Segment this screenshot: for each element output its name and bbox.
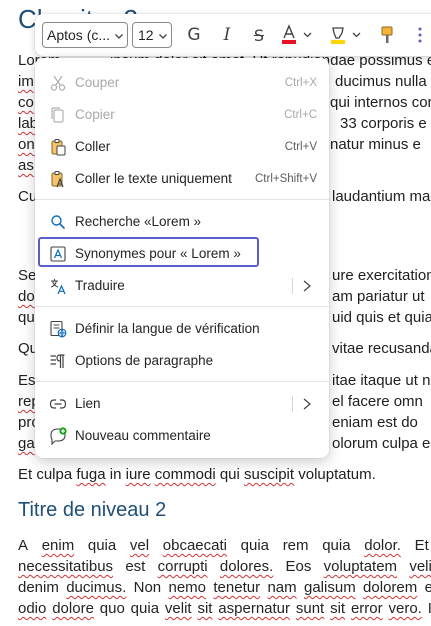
search-icon [51, 215, 66, 230]
doc-fragment: 33 corporis e [340, 115, 427, 132]
strikethrough-icon: S [253, 25, 265, 45]
menu-item-label: Synonymes pour « Lorem » [75, 246, 241, 261]
font-name-select[interactable]: Aptos (c... [42, 22, 128, 48]
doc-fragment: eniam est do [332, 414, 418, 431]
menu-item-paste-text-only[interactable]: Coller le texte uniquement Ctrl+Shift+V [35, 163, 329, 195]
format-painter-button[interactable] [375, 23, 399, 47]
font-size-select[interactable]: 12 [132, 22, 172, 48]
doc-fragment: im [18, 73, 34, 90]
paste-text-icon [51, 171, 64, 188]
font-size-value: 12 [138, 27, 154, 43]
doc-fragment: Es [18, 372, 36, 389]
paste-icon [51, 139, 66, 156]
more-options-button[interactable] [413, 23, 427, 47]
doc-fragment: vitae recusanda [332, 340, 431, 357]
font-color-icon [282, 24, 312, 44]
menu-item-synonyms[interactable]: Synonymes pour « Lorem » [35, 237, 329, 270]
doc-fragment: olorum culpa ea [332, 435, 431, 452]
menu-item-label: Définir la langue de vérification [75, 321, 260, 336]
menu-item-shortcut: Ctrl+C [284, 109, 317, 121]
menu-item-copy[interactable]: Copier Ctrl+C [35, 99, 329, 131]
chevron-down-icon [159, 34, 167, 39]
paragraph-icon [50, 354, 65, 368]
menu-item-label: Copier [75, 107, 115, 122]
heading-level-2: Titre de niveau 2 [18, 499, 167, 521]
doc-paragraph-line: Aenim quia vel obcaecati quia rem quia dolor. Et… [18, 537, 429, 554]
doc-fragment: Se [18, 267, 37, 284]
doc-fragment: ga [18, 435, 35, 452]
font-color-button[interactable] [280, 23, 316, 47]
chevron-right-icon [303, 280, 311, 292]
bold-icon: G [187, 25, 201, 45]
highlighter-icon [331, 27, 361, 44]
menu-item-shortcut: Ctrl+X [284, 77, 317, 89]
menu-item-cut[interactable]: Couper Ctrl+X [35, 67, 329, 99]
translate-icon [50, 279, 66, 295]
italic-icon: I [223, 25, 231, 45]
font-name-value: Aptos (c... [47, 27, 111, 43]
menu-item-paragraph-options[interactable]: Options de paragraphe [35, 345, 329, 377]
chevron-down-icon [115, 34, 123, 39]
menu-item-label: Couper [75, 75, 120, 90]
copy-icon [51, 107, 64, 123]
scissors-icon [50, 75, 66, 91]
menu-item-shortcut: Ctrl+Shift+V [255, 173, 317, 185]
highlight-color-button[interactable] [329, 23, 365, 47]
menu-item-paste[interactable]: Coller Ctrl+V [35, 131, 329, 163]
doc-fragment: on [18, 136, 35, 153]
menu-item-link[interactable]: Lien [35, 388, 329, 420]
bold-button[interactable]: G [182, 23, 206, 47]
new-comment-icon [50, 427, 67, 445]
menu-item-label: Recherche «Lorem » [75, 214, 202, 229]
menu-item-label: Nouveau commentaire [75, 428, 211, 443]
doc-fragment: itae itaque ut n [332, 372, 431, 389]
doc-fragment: uid quis et quia [332, 309, 431, 326]
doc-fragment: co [18, 94, 34, 111]
floating-format-toolbar: Aptos (c... 12 G I S [35, 14, 431, 56]
doc-paragraph-line: necessitatibus est corrupti dolores. Eos volu… [18, 558, 431, 575]
submenu-divider [292, 396, 293, 412]
menu-separator [35, 381, 329, 382]
menu-item-search[interactable]: Recherche «Lorem » [35, 206, 329, 238]
doc-fragment: natur minus e [330, 136, 421, 153]
context-menu: Couper Ctrl+X Copier Ctrl+C Coller Ctrl+… [35, 58, 329, 458]
menu-item-label: Traduire [75, 278, 125, 293]
thesaurus-icon [50, 246, 66, 262]
menu-item-shortcut: Ctrl+V [284, 141, 317, 153]
format-painter-icon [381, 26, 393, 43]
link-icon [49, 399, 67, 409]
doc-fragment: el facere omn [332, 393, 423, 410]
doc-fragment: as [18, 157, 34, 174]
doc-fragment: qu [18, 309, 35, 326]
menu-item-translate[interactable]: Traduire [35, 270, 329, 302]
submenu-divider [292, 278, 293, 294]
more-dots-icon [418, 27, 422, 43]
menu-item-set-language[interactable]: Définir la langue de vérification [35, 313, 329, 345]
doc-fragment: qui internos cor [330, 94, 431, 111]
doc-paragraph-line: denim ducimus. Non nemo tenetur nam galisum dol… [18, 579, 431, 596]
menu-item-label: Lien [75, 396, 101, 411]
menu-item-label: Coller le texte uniquement [75, 171, 232, 186]
doc-fragment: laudantium ma [332, 188, 431, 205]
menu-separator [35, 199, 329, 200]
language-icon [50, 320, 67, 338]
doc-fragment: do [18, 288, 35, 305]
menu-item-label: Options de paragraphe [75, 353, 214, 368]
menu-item-label: Coller [75, 139, 111, 154]
italic-button[interactable]: I [215, 23, 239, 47]
menu-item-new-comment[interactable]: Nouveau commentaire [35, 420, 329, 452]
chevron-right-icon [303, 398, 311, 410]
doc-paragraph-line: odio dolore quo quia velit sit aspernatur sunt s… [18, 600, 431, 617]
doc-fragment: ure exercitation [332, 267, 431, 284]
doc-paragraph-line: Et culpa fuga in iure commodi qui suscip… [18, 466, 376, 483]
strikethrough-button[interactable]: S [247, 23, 271, 47]
menu-separator [35, 306, 329, 307]
doc-fragment: ducimus nulla [335, 73, 427, 90]
doc-fragment: am pariatur ut [332, 288, 425, 305]
